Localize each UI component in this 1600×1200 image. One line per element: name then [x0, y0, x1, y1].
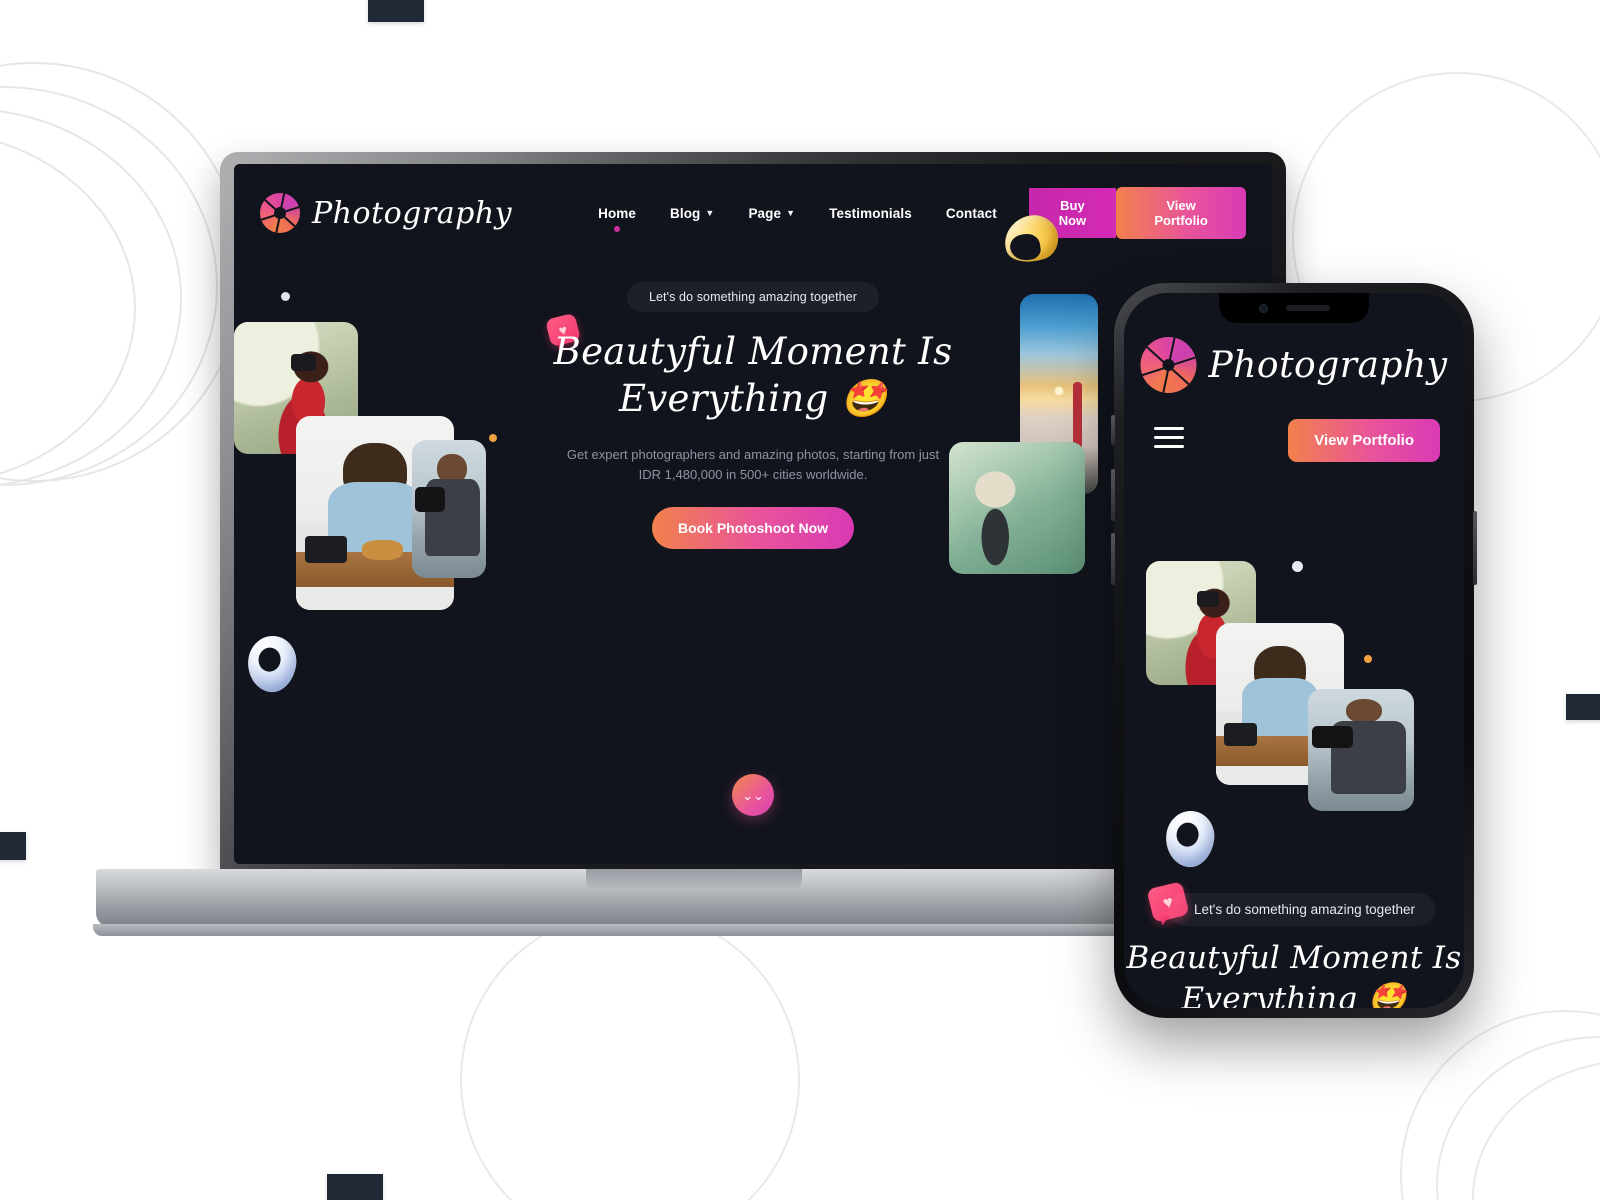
blue-3d-blob	[1162, 807, 1218, 871]
mobile-view-portfolio-button[interactable]: View Portfolio	[1288, 419, 1440, 462]
hamburger-menu-icon[interactable]	[1154, 427, 1184, 454]
phone-screen: Photography View Portfolio ♥ Let's do so…	[1124, 293, 1464, 1008]
book-photoshoot-button[interactable]: Book Photoshoot Now	[651, 507, 855, 549]
nav-item-contact-label: Contact	[945, 205, 997, 221]
nav-item-blog-label: Blog	[670, 205, 701, 221]
chevron-down-icon: ▼	[786, 208, 796, 218]
phone-mockup: Photography View Portfolio ♥ Let's do so…	[1111, 283, 1477, 1018]
mobile-website: Photography View Portfolio ♥ Let's do so…	[1124, 293, 1464, 1008]
decor-square-left	[0, 832, 26, 860]
gallery-photo-street-photographer[interactable]	[1308, 689, 1414, 811]
blue-3d-blob	[244, 632, 300, 696]
mobile-hero-title-line-1: Beautyful Moment Is	[1126, 940, 1462, 976]
mobile-brand-logo[interactable]: Photography	[1140, 337, 1447, 393]
chevron-double-down-icon: ⌄⌄	[742, 787, 764, 803]
nav-item-testimonials[interactable]: Testimonials	[829, 206, 912, 221]
nav-links: Home Blog ▼ Page ▼ Testimonials Contact	[598, 206, 997, 221]
nav-item-testimonials-label: Testimonials	[829, 205, 912, 221]
star-struck-emoji-icon: 🤩	[1367, 980, 1407, 1008]
hero-title-line-2: Everything	[619, 377, 829, 421]
star-struck-emoji-icon: 🤩	[840, 377, 887, 421]
phone-volume-up-button[interactable]	[1111, 469, 1115, 521]
front-camera-icon	[1258, 303, 1268, 313]
nav-item-home-label: Home	[598, 205, 637, 221]
nav-item-blog[interactable]: Blog ▼	[670, 206, 714, 221]
mobile-hero-title: Beautyful Moment Is Everything 🤩	[1124, 938, 1464, 1008]
decor-dot-white	[281, 292, 290, 301]
hero-section: Let's do something amazing together Beau…	[433, 282, 1073, 549]
view-portfolio-button[interactable]: View Portfolio	[1116, 187, 1246, 239]
phone-power-button[interactable]	[1473, 511, 1477, 585]
decor-ring-bottom-center	[460, 910, 800, 1200]
mobile-hero-title-line-2-wrap: Everything 🤩	[1124, 979, 1464, 1008]
brand-logo[interactable]: Photography	[260, 193, 512, 233]
decor-dot-white	[1292, 561, 1303, 572]
phone-volume-down-button[interactable]	[1111, 533, 1115, 585]
hero-title: Beautyful Moment Is Everything 🤩	[433, 328, 1073, 423]
laptop-base	[96, 869, 1292, 927]
hero-title-line-1: Beautyful Moment Is	[553, 330, 953, 373]
desktop-navbar: Photography Home Blog ▼ Page ▼ Testimoni…	[234, 186, 1272, 240]
mobile-tagline-pill: Let's do something amazing together	[1168, 893, 1435, 926]
nav-item-contact[interactable]: Contact	[946, 206, 997, 221]
hero-subtitle-line-2: IDR 1,480,000 in 500+ cities worldwide.	[638, 466, 868, 482]
mockup-canvas: Photography Home Blog ▼ Page ▼ Testimoni…	[0, 0, 1600, 1200]
decor-dot-orange	[1364, 655, 1372, 663]
aperture-icon	[260, 193, 300, 233]
hero-subtitle: Get expert photographers and amazing pho…	[433, 445, 1073, 485]
decor-square-top	[368, 0, 424, 22]
hero-subtitle-line-1: Get expert photographers and amazing pho…	[566, 446, 940, 462]
hero-title-line-2-wrap: Everything 🤩	[433, 375, 1073, 422]
phone-notch	[1219, 293, 1369, 323]
earpiece-speaker-icon	[1285, 305, 1330, 311]
scroll-down-button[interactable]: ⌄⌄	[732, 774, 774, 816]
chevron-down-icon: ▼	[705, 208, 715, 218]
mobile-hero-title-line-2: Everything	[1181, 980, 1358, 1008]
nav-item-home[interactable]: Home	[598, 206, 636, 221]
phone-silent-switch[interactable]	[1111, 415, 1115, 445]
mobile-brand-name: Photography	[1208, 344, 1448, 386]
aperture-icon	[1140, 337, 1197, 393]
brand-name: Photography	[312, 195, 513, 231]
nav-item-page[interactable]: Page ▼	[748, 206, 795, 221]
decor-square-right	[1566, 694, 1600, 720]
nav-item-page-label: Page	[748, 205, 782, 221]
decor-square-bottom	[327, 1174, 383, 1200]
hero-tagline-pill: Let's do something amazing together	[626, 282, 880, 312]
